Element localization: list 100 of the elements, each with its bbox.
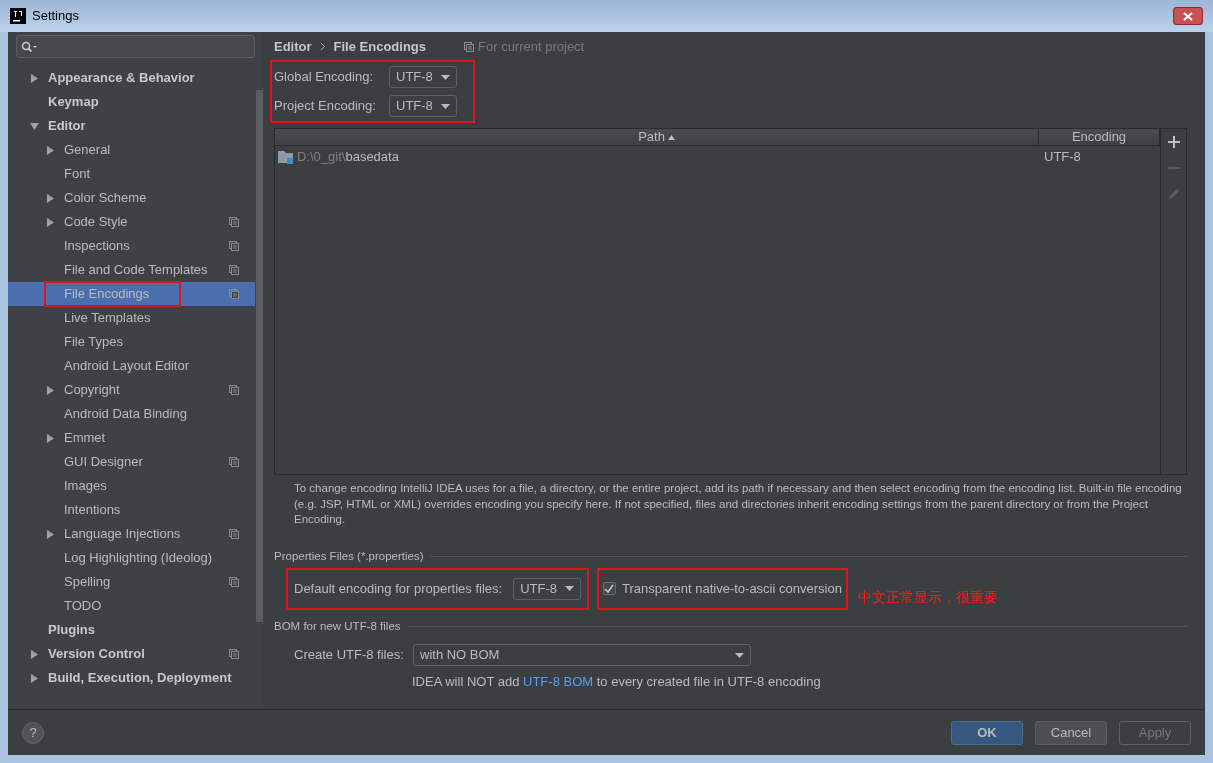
sidebar-item[interactable]: Font [8,162,255,186]
sidebar-item[interactable]: GUI Designer [8,450,255,474]
item-label: File Encodings [44,281,182,307]
item-label: Android Layout Editor [63,357,191,376]
expand-arrow-icon[interactable] [46,529,55,539]
copy-icon [464,41,475,52]
expand-arrow-icon[interactable] [30,121,39,131]
bom-link[interactable]: UTF-8 BOM [523,674,594,689]
item-label: Language Injections [63,525,182,544]
sidebar-item[interactable]: Emmet [8,426,255,450]
sidebar-item[interactable]: Android Data Binding [8,402,255,426]
copy-icon [229,529,239,539]
sidebar-item[interactable]: File and Code Templates [8,258,255,282]
copy-icon [229,289,239,299]
sidebar-item[interactable]: General [8,138,255,162]
description-text: To change encoding IntelliJ IDEA uses for a file, a directory, or the entire project, add its path if necessary and then select encoding from the encoding list. Built-in file encoding (e.g. JSP, HTML or XML) overrides encoding you specify here. If not specified, files and directories inherit encoding settings from the parent directory or from the Project Encoding. [293,481,1183,527]
sidebar-item[interactable]: Plugins [8,618,255,642]
bom-hint: IDEA will NOT add UTF-8 BOM to every created file in UTF-8 encoding [412,673,822,691]
app-logo-icon [10,8,26,24]
encoding-dropdown[interactable]: UTF-8 [513,577,581,600]
item-label: Spelling [63,573,112,592]
section-title: BOM for new UTF-8 files [274,618,401,634]
encoding-dropdown[interactable]: with NO BOM [413,644,751,666]
item-label: Log Highlighting (Ideolog) [63,549,214,568]
help-button[interactable]: ? [22,721,44,744]
expand-arrow-icon[interactable] [46,193,55,203]
section-title: Properties Files (*.properties) [274,548,424,564]
item-label: Appearance & Behavior [47,69,196,88]
sidebar-item[interactable]: Language Injections [8,522,255,546]
expand-arrow-icon[interactable] [30,673,39,683]
sidebar-item[interactable]: Android Layout Editor [8,354,255,378]
column-header[interactable]: Encoding [1039,129,1160,145]
sidebar-item[interactable]: File Types [8,330,255,354]
item-label: Version Control [47,645,146,664]
table-cell-text: UTF-8 [1043,148,1082,167]
item-label: GUI Designer [63,453,144,472]
encoding-dropdown[interactable]: UTF-8 [389,95,457,117]
sort-arrow-icon [667,134,675,140]
item-label: File and Code Templates [63,261,209,280]
sidebar-item[interactable]: Copyright [8,378,255,402]
sidebar-item[interactable]: Code Style [8,210,255,234]
item-label: Emmet [63,429,107,448]
folder-icon [278,150,294,164]
sidebar-item[interactable]: Color Scheme [8,186,255,210]
encoding-dropdown[interactable]: UTF-8 [389,66,457,88]
item-label: Live Templates [63,309,152,328]
item-label: Font [63,165,91,184]
sidebar-item[interactable]: Inspections [8,234,255,258]
add-icon[interactable] [1166,135,1181,149]
sidebar-item[interactable]: Appearance & Behavior [8,66,255,90]
field-label: Create UTF-8 files: [294,646,405,665]
copy-icon [229,241,239,251]
expand-arrow-icon[interactable] [46,145,55,155]
item-label: Code Style [63,213,129,232]
sidebar-item[interactable]: Log Highlighting (Ideolog) [8,546,255,570]
close-button[interactable] [1173,7,1203,25]
expand-arrow-icon[interactable] [30,73,39,83]
item-label: Images [63,477,108,496]
checkmark-icon [604,584,615,594]
item-label: Plugins [47,621,96,640]
annotation-text: 中文正常显示，很重要 [857,588,998,608]
expand-arrow-icon[interactable] [46,433,55,443]
item-label: Android Data Binding [63,405,188,424]
expand-arrow-icon[interactable] [30,649,39,659]
column-header[interactable]: Path [275,129,1039,145]
scope-label: For current project [478,37,585,56]
copy-icon [229,217,239,227]
breadcrumb-item[interactable]: File Encodings [333,36,427,57]
field-label: Default encoding for properties files: [294,580,503,598]
sidebar-item[interactable]: Intentions [8,498,255,522]
sidebar-item[interactable]: Build, Execution, Deployment [8,666,255,690]
item-label: Color Scheme [63,189,148,208]
copy-icon [229,385,239,395]
dialog-button[interactable]: Cancel [1035,720,1107,745]
field-label: Project Encoding: [274,97,377,116]
item-label: Editor [47,117,87,136]
chevron-icon [319,42,326,51]
copy-icon [229,577,239,587]
field-label: Global Encoding: [274,68,374,87]
item-label: Copyright [63,381,121,400]
breadcrumb-item[interactable]: Editor [274,36,312,57]
expand-arrow-icon[interactable] [46,385,55,395]
sidebar-item[interactable]: Version Control [8,642,255,666]
sidebar-item[interactable]: Live Templates [8,306,255,330]
item-label: Keymap [47,93,100,112]
copy-icon [229,457,239,467]
copy-icon [229,649,239,659]
expand-arrow-icon[interactable] [46,217,55,227]
sidebar-item[interactable]: Spelling [8,570,255,594]
sidebar-item[interactable]: Images [8,474,255,498]
table-cell-text: D:\0_git\basedata [297,148,399,167]
copy-icon [229,265,239,275]
sidebar-item[interactable]: Keymap [8,90,255,114]
dialog-button[interactable]: OK [951,720,1023,745]
search-field[interactable] [16,35,255,58]
sidebar-item[interactable]: Editor [8,114,255,138]
sidebar-item[interactable]: TODO [8,594,255,618]
search-icon [21,40,37,53]
close-icon [1183,11,1193,21]
item-label: General [63,141,112,160]
